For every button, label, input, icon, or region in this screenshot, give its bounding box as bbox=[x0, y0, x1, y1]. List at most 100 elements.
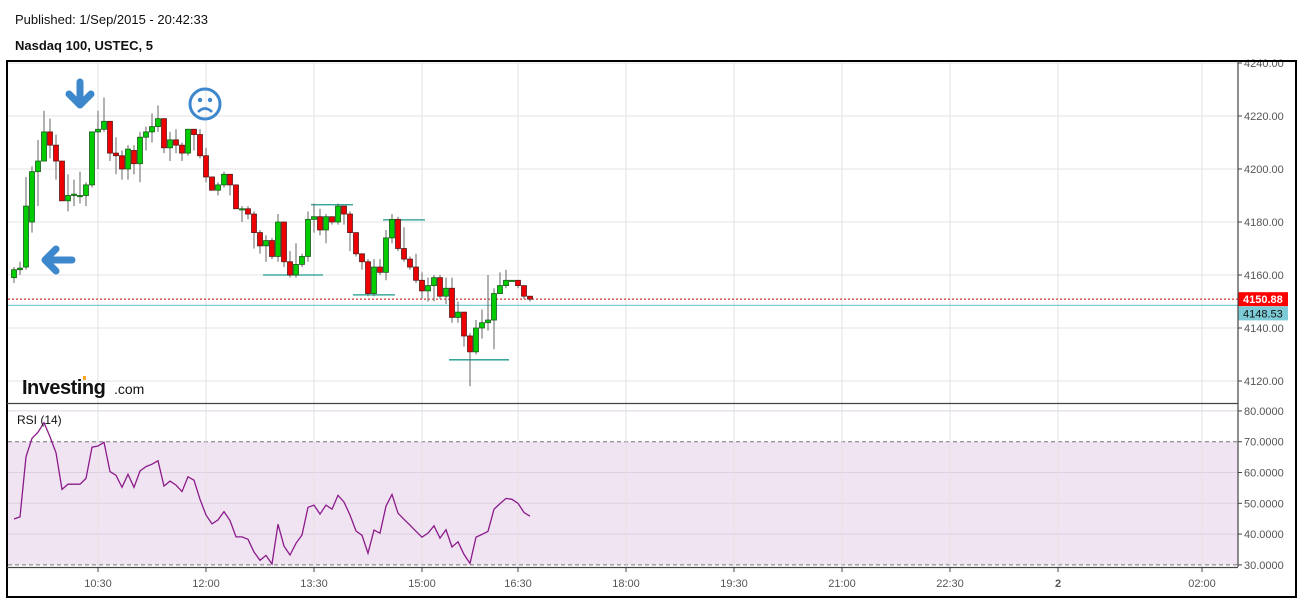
candle bbox=[59, 160, 65, 202]
candle bbox=[425, 277, 431, 302]
price-tick-label: 4240.00 bbox=[1244, 58, 1284, 70]
candle-body-up bbox=[167, 139, 173, 149]
candle bbox=[317, 208, 323, 236]
candle bbox=[95, 110, 101, 169]
candle bbox=[137, 131, 143, 183]
candle bbox=[305, 211, 311, 262]
candle bbox=[395, 216, 401, 252]
candle-body-down bbox=[401, 248, 407, 260]
candle-body-up bbox=[491, 293, 497, 321]
candle bbox=[215, 182, 221, 196]
logo-text: Investing bbox=[22, 377, 105, 399]
candle bbox=[263, 235, 269, 262]
candle-body-down bbox=[209, 176, 215, 191]
candle-body-down bbox=[287, 261, 293, 276]
rsi-tick-label: 70.0000 bbox=[1244, 437, 1284, 449]
candle bbox=[65, 174, 71, 212]
candle-body-down bbox=[119, 155, 125, 170]
candle bbox=[347, 211, 353, 252]
candle-body-up bbox=[503, 279, 509, 286]
candle-body-up bbox=[473, 327, 479, 353]
candle bbox=[173, 129, 179, 154]
left-arrow-icon bbox=[41, 245, 76, 275]
candle bbox=[497, 272, 503, 294]
candle-body-down bbox=[353, 232, 359, 255]
candle-body-down bbox=[347, 213, 353, 234]
price-tick-label: 4160.00 bbox=[1244, 270, 1284, 282]
candle bbox=[365, 259, 371, 297]
candle bbox=[311, 203, 317, 233]
candle bbox=[161, 118, 167, 154]
candle-body-up bbox=[371, 266, 377, 294]
candle-body-up bbox=[305, 218, 311, 257]
candle-body-down bbox=[395, 218, 401, 249]
candle bbox=[383, 229, 389, 281]
candle-body-up bbox=[35, 160, 41, 173]
candle bbox=[233, 184, 239, 210]
candle bbox=[149, 113, 155, 143]
candle bbox=[377, 259, 383, 275]
candle bbox=[89, 131, 95, 188]
candle-body-up bbox=[479, 322, 485, 329]
price-chart[interactable]: 4150.88 4148.53 4240.00 4220.00 4200.00 4180… bbox=[0, 0, 1298, 607]
candle bbox=[521, 285, 527, 299]
candle-body-up bbox=[485, 319, 491, 324]
candle-body-up bbox=[263, 240, 269, 247]
candle-body-up bbox=[221, 173, 227, 186]
candle-body-down bbox=[131, 150, 137, 165]
candles bbox=[11, 97, 533, 387]
candle bbox=[29, 166, 35, 233]
candle-body-down bbox=[245, 208, 251, 215]
candle-body-up bbox=[95, 128, 101, 133]
candle bbox=[491, 288, 497, 350]
candle bbox=[455, 301, 461, 323]
candle bbox=[53, 134, 59, 180]
price-tick-label: 4180.00 bbox=[1244, 217, 1284, 229]
rsi-tick-label: 50.0000 bbox=[1244, 498, 1284, 510]
candle bbox=[209, 176, 215, 191]
candle-body-down bbox=[461, 311, 467, 337]
candle-body-up bbox=[83, 184, 89, 196]
candle-body-up bbox=[425, 285, 431, 292]
candle bbox=[473, 320, 479, 355]
last-price-label: 4150.88 bbox=[1243, 294, 1283, 306]
candle bbox=[527, 295, 533, 302]
candle-body-down bbox=[203, 155, 209, 178]
candle bbox=[197, 129, 203, 159]
candle-body-down bbox=[413, 266, 419, 281]
candle-body-up bbox=[323, 216, 329, 231]
candle-body-up bbox=[101, 120, 107, 130]
candle-body-down bbox=[227, 173, 233, 186]
candle-body-down bbox=[527, 295, 533, 300]
time-tick-label: 21:00 bbox=[828, 578, 856, 590]
candle-body-down bbox=[467, 335, 473, 353]
price-tick-label: 4200.00 bbox=[1244, 164, 1284, 176]
candle-body-up bbox=[275, 221, 281, 257]
candle bbox=[119, 150, 125, 180]
price-lines: 4150.88 4148.53 bbox=[8, 292, 1288, 321]
candle bbox=[107, 120, 113, 162]
candle bbox=[443, 277, 449, 305]
candle bbox=[71, 179, 77, 207]
candle-body-up bbox=[185, 128, 191, 154]
candle-body-up bbox=[383, 237, 389, 273]
logo-suffix: .com bbox=[114, 381, 144, 397]
candle bbox=[293, 243, 299, 278]
candle bbox=[401, 227, 407, 262]
candle-body-up bbox=[215, 184, 221, 191]
candle bbox=[77, 171, 83, 204]
candle-body-up bbox=[239, 208, 245, 211]
candle-body-down bbox=[521, 285, 527, 297]
candle-body-up bbox=[11, 269, 17, 279]
candle bbox=[389, 214, 395, 244]
candle bbox=[371, 259, 377, 297]
candle-body-down bbox=[359, 253, 365, 263]
candle bbox=[185, 128, 191, 156]
rsi-tick-label: 40.0000 bbox=[1244, 529, 1284, 541]
candle-body-up bbox=[155, 118, 161, 128]
candle-body-down bbox=[257, 232, 263, 247]
candle bbox=[23, 176, 29, 270]
price-tick-label: 4140.00 bbox=[1244, 323, 1284, 335]
candle bbox=[125, 145, 131, 180]
candle-body-up bbox=[311, 216, 317, 220]
